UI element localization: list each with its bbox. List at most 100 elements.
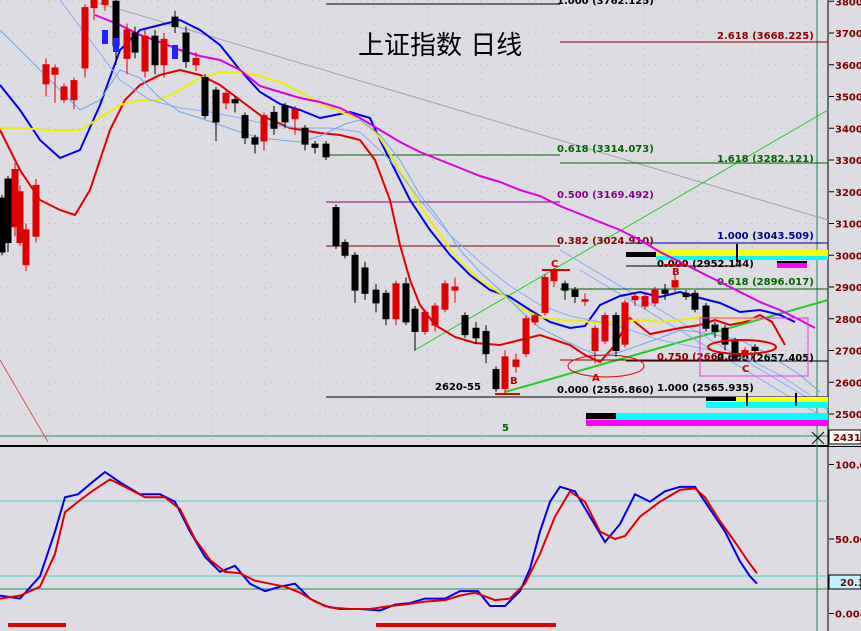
fib-label: 0.000 (2556.860) (557, 385, 654, 396)
candle-body (492, 369, 500, 390)
candle-body (501, 356, 509, 390)
candle-body (372, 289, 380, 304)
level-band (706, 402, 828, 408)
y-tick-label: 3300- (835, 156, 861, 167)
osc-tick-label: 100.0- (835, 461, 861, 472)
candle-body (561, 283, 569, 291)
level-band (586, 413, 828, 420)
current-value: 2431. (833, 433, 861, 444)
candle-body (311, 143, 319, 148)
fib-label: 1.000 (2565.935) (657, 383, 754, 394)
level-band (586, 420, 828, 426)
fib-label: 0.500 (3169.492) (557, 190, 654, 201)
candle-body (661, 289, 669, 294)
candle-body (70, 80, 78, 101)
osc-current-value: 20.3 (840, 578, 861, 589)
level-band (586, 413, 616, 419)
candle-body (431, 305, 439, 326)
candle-body (42, 64, 50, 85)
candle-body (171, 16, 179, 28)
candle-body (101, 0, 109, 5)
candle-body (260, 115, 268, 142)
candle-body (550, 270, 558, 282)
wave-label: B (672, 267, 680, 278)
y-tick-label: 3500- (835, 93, 861, 104)
candle-body (222, 92, 230, 104)
candle-body (0, 197, 6, 253)
fib-label: 0.618 (2896.017) (717, 277, 814, 288)
level-band (656, 250, 828, 256)
fib-label: 1.618 (3282.121) (717, 154, 814, 165)
y-tick-label: 3600- (835, 61, 861, 72)
candle-body (441, 283, 449, 310)
candle-body (472, 327, 480, 339)
y-tick-label: 2900- (835, 283, 861, 294)
candle-body (461, 315, 469, 336)
candle-body (212, 89, 220, 123)
candle-body (322, 143, 330, 158)
candle-body (270, 111, 278, 129)
candle-body (90, 0, 98, 9)
candle-body (231, 99, 239, 104)
candle-body (81, 7, 89, 69)
candle-body (711, 324, 719, 332)
candle-body (751, 346, 759, 352)
fib-label: 0.618 (3314.073) (557, 144, 654, 155)
level-band (656, 256, 828, 260)
candle-body (160, 38, 168, 66)
candle-body (392, 283, 400, 320)
candle-body (32, 184, 40, 237)
candle-body (451, 286, 459, 291)
osc-tick-label: 0.00- (835, 610, 861, 621)
y-tick-label: 2500- (835, 410, 861, 421)
chart-title: 上证指数 日线 (358, 31, 522, 61)
candle-body (351, 254, 359, 291)
osc-tick-label: 50.00- (835, 535, 861, 546)
candle-body (541, 276, 549, 313)
candle-body (641, 296, 649, 307)
candle-body (151, 35, 159, 66)
candle-body (291, 108, 299, 120)
candle-body (531, 315, 539, 323)
level-band (626, 252, 656, 257)
y-tick-label: 3200- (835, 188, 861, 199)
candle-body (612, 315, 620, 352)
fib-label: 1.000 (3043.509) (717, 231, 814, 242)
candle-body (22, 229, 30, 266)
y-tick-label: 2600- (835, 378, 861, 389)
wave-label: C (742, 364, 749, 375)
y-tick-label: 3800- (835, 0, 861, 8)
price-chart: 1.000 (3762.125) 2.618 (3668.225) 0.618 (3… (0, 0, 861, 631)
candle-body (16, 191, 24, 244)
candle-body (301, 127, 309, 145)
candle-body (631, 296, 639, 301)
candle-body (691, 292, 699, 310)
level-band (706, 397, 736, 401)
y-tick-label: 2800- (835, 315, 861, 326)
candle-body (421, 311, 429, 332)
candle-body (172, 45, 178, 59)
candle-body (113, 38, 119, 52)
candle-body (4, 178, 12, 244)
candle-body (102, 30, 108, 44)
fib-label: 1.000 (3762.125) (557, 0, 654, 7)
wave-label: B (510, 376, 518, 387)
candle-body (382, 292, 390, 320)
wave-label: A (592, 373, 600, 384)
candle-body (141, 35, 149, 72)
y-tick-label: 3400- (835, 124, 861, 135)
chart-window: 1.000 (3762.125) 2.618 (3668.225) 0.618 (3… (0, 0, 861, 631)
candle-body (402, 283, 410, 323)
y-tick-label: 2700- (835, 347, 861, 358)
y-tick-label: 3100- (835, 220, 861, 231)
candle-body (512, 359, 520, 367)
candle-body (341, 242, 349, 256)
wave-count: 5 (502, 423, 509, 434)
candle-body (671, 280, 679, 288)
fib-label: 0.382 (3024.910) (557, 236, 654, 247)
low-label: 2620-55 (435, 382, 481, 393)
candle-body (51, 67, 59, 75)
candle-body (60, 86, 68, 101)
fib-label: 2.618 (3668.225) (717, 31, 814, 42)
candle-body (702, 305, 710, 329)
